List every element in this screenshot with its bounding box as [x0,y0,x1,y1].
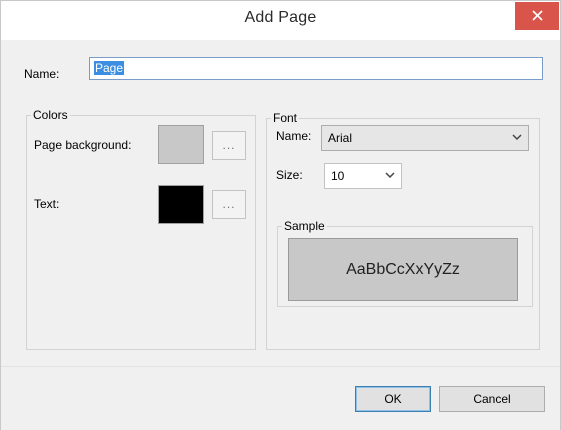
font-sample-preview: AaBbCcXxYyZz [288,238,518,301]
font-size-label: Size: [276,168,303,182]
close-button[interactable] [515,2,559,30]
font-size-value: 10 [331,169,345,183]
font-name-label: Name: [276,129,312,143]
chevron-down-icon [385,172,395,179]
colors-legend: Colors [33,108,68,122]
add-page-dialog: Add Page Name: Page Colors Page backgrou… [0,0,561,430]
text-color-browse-button[interactable]: ... [212,190,246,219]
title-bar: Add Page [1,1,560,40]
page-background-label: Page background: [34,138,132,152]
sample-legend: Sample [284,219,325,233]
close-icon [531,10,543,21]
font-name-dropdown[interactable]: Arial [321,125,529,151]
font-legend: Font [273,111,298,125]
name-label: Name: [24,67,60,81]
cancel-button[interactable]: Cancel [439,386,545,412]
font-name-value: Arial [328,131,353,145]
chevron-down-icon [512,134,522,141]
dialog-title: Add Page [244,9,317,26]
text-color-swatch[interactable] [158,185,204,224]
page-background-browse-button[interactable]: ... [212,131,246,160]
font-size-dropdown[interactable]: 10 [324,163,402,189]
page-name-value: Page [94,61,125,75]
text-color-label: Text: [34,197,60,211]
page-name-input[interactable]: Page [89,57,543,80]
ok-button[interactable]: OK [355,386,431,412]
page-background-swatch[interactable] [158,125,204,164]
